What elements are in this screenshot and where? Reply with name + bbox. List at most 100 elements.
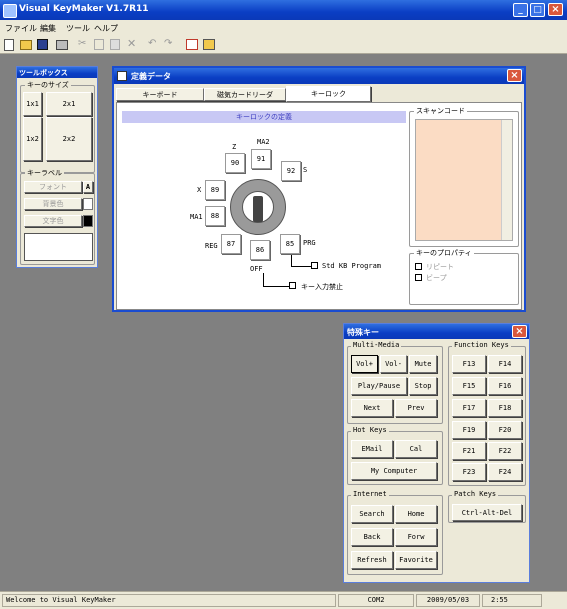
cut-icon[interactable]: ✂ [78,38,86,49]
status-port: COM2 [338,594,414,607]
scan-code-textarea[interactable] [415,119,513,241]
size-1x2-button[interactable]: 1x2 [23,117,42,161]
ctrl-alt-del-button[interactable]: Ctrl-Alt-Del [452,504,522,521]
definition-close-button[interactable]: × [507,69,522,82]
key-92[interactable]: 92 [281,161,301,181]
minimize-button[interactable]: _ [513,3,528,17]
save-icon[interactable] [37,39,48,50]
size-2x2-button[interactable]: 2x2 [46,117,92,161]
vol-up-button[interactable]: Vol+ [351,355,378,373]
definition-title: 定義データ [131,72,171,81]
prev-button[interactable]: Prev [395,399,437,417]
key-85[interactable]: 85 [280,234,300,254]
key-89[interactable]: 89 [205,180,225,200]
key-input-disabled-label: キー入力禁止 [301,283,343,291]
maximize-button[interactable]: □ [530,3,545,17]
status-time: 2:55 [482,594,542,607]
hotkeys-label: Hot Keys [351,426,389,434]
refresh-button[interactable]: Refresh [351,551,393,569]
connector-line-2 [291,266,311,267]
f20-button[interactable]: F20 [488,421,522,439]
patch-keys-label: Patch Keys [452,490,499,498]
my-computer-button[interactable]: My Computer [351,462,437,480]
bg-color-button[interactable]: 背景色 [24,198,82,210]
tab-magnetic-card[interactable]: 磁気カードリーダ [204,88,286,101]
search-button[interactable]: Search [351,505,393,523]
std-kb-program-checkbox[interactable] [311,262,318,269]
font-button[interactable]: フォント [24,181,82,193]
favorite-button[interactable]: Favorite [395,551,437,569]
key-91[interactable]: 91 [251,149,271,169]
scan-code-scrollbar[interactable] [501,120,512,240]
keylock-key-shape [253,196,263,222]
key-input-disabled-checkbox[interactable] [289,282,296,289]
close-button[interactable]: × [548,3,563,16]
repeat-checkbox[interactable] [415,263,422,270]
repeat-label: リピート [426,263,454,271]
special-keys-close-button[interactable]: × [512,325,527,338]
open-folder-icon[interactable] [20,40,32,50]
cal-button[interactable]: Cal [395,440,437,458]
f21-button[interactable]: F21 [452,442,486,460]
undo-icon[interactable]: ↶ [148,38,156,49]
f14-button[interactable]: F14 [488,355,522,373]
f17-button[interactable]: F17 [452,399,486,417]
next-button[interactable]: Next [351,399,393,417]
pos-ma2-label: MA2 [257,138,270,146]
f22-button[interactable]: F22 [488,442,522,460]
forward-button[interactable]: Forw [395,528,437,546]
size-1x1-button[interactable]: 1x1 [23,92,42,116]
toolbar: ✂ ✕ ↶ ↷ [0,36,567,54]
delete-icon[interactable]: ✕ [127,37,136,50]
copy-icon[interactable] [94,39,104,50]
key-88[interactable]: 88 [205,206,225,226]
pos-off-label: OFF [250,265,263,273]
stop-button[interactable]: Stop [409,377,437,395]
std-kb-program-label: Std KB Program [322,262,382,270]
paste-icon[interactable] [110,39,120,50]
status-message: Welcome to Visual KeyMaker [2,594,336,607]
key-90[interactable]: 90 [225,153,245,173]
print-icon[interactable] [56,40,68,50]
function-keys-label: Function Keys [452,341,511,349]
text-color-button[interactable]: 文字色 [24,215,82,227]
font-preview-button[interactable]: A [83,181,93,193]
mute-button[interactable]: Mute [409,355,437,373]
f16-button[interactable]: F16 [488,377,522,395]
menu-help[interactable]: ヘルプ [94,23,118,34]
home-button[interactable]: Home [395,505,437,523]
redo-icon[interactable]: ↷ [164,38,172,49]
f23-button[interactable]: F23 [452,463,486,481]
internet-label: Internet [351,490,389,498]
connector-line-4 [263,286,289,287]
email-button[interactable]: EMail [351,440,393,458]
tab-keyboard[interactable]: キーボード [116,88,204,101]
settings-icon[interactable] [203,39,215,50]
f19-button[interactable]: F19 [452,421,486,439]
back-button[interactable]: Back [351,528,393,546]
key-properties-label: キーのプロパティ [414,248,474,258]
menu-tools[interactable]: ツール [66,23,90,34]
pos-s-label: S [303,166,308,174]
f24-button[interactable]: F24 [488,463,522,481]
special-keys-title: 特殊キー [347,328,379,337]
f13-button[interactable]: F13 [452,355,486,373]
f15-button[interactable]: F15 [452,377,486,395]
app-icon [3,4,17,18]
f18-button[interactable]: F18 [488,399,522,417]
beep-label: ビープ [426,274,447,282]
special-keys-title-bar: 特殊キー × [344,324,529,339]
pos-prg-label: PRG [303,239,316,247]
new-file-icon[interactable] [4,39,14,51]
key-87[interactable]: 87 [221,234,241,254]
keylock-section-header: キーロックの定義 [122,111,406,123]
menu-file[interactable]: ファイル [5,23,37,34]
play-pause-button[interactable]: Play/Pause [351,377,407,395]
size-2x1-button[interactable]: 2x1 [46,92,92,116]
window-icon[interactable] [186,39,198,50]
menu-edit[interactable]: 編集 [40,23,56,34]
beep-checkbox[interactable] [415,274,422,281]
vol-down-button[interactable]: Vol- [380,355,407,373]
key-86[interactable]: 86 [250,240,270,260]
tab-keylock[interactable]: キーロック [286,86,371,102]
